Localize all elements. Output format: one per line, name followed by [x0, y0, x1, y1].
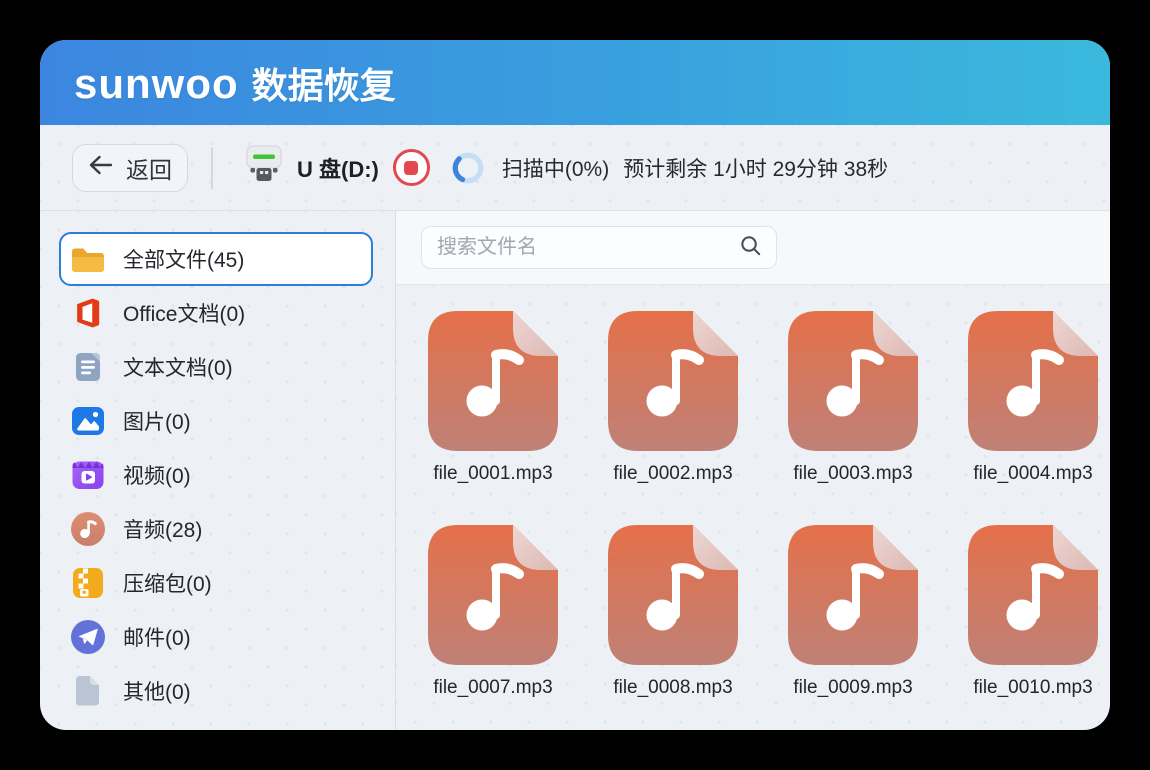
- category-sidebar: 全部文件(45) Office文档(0) 文本文档(0) 图片(0) 视频(0)…: [40, 211, 396, 730]
- mp3-file-icon: [788, 525, 918, 665]
- file-card[interactable]: file_0003.mp3: [788, 311, 918, 487]
- scan-spinner-icon: [451, 151, 485, 185]
- file-card[interactable]: file_0001.mp3: [428, 311, 558, 487]
- search-box[interactable]: [421, 226, 777, 269]
- sidebar-item-all-files[interactable]: 全部文件(45): [59, 232, 373, 286]
- file-grid: file_0001.mp3 file_0002.mp3 file_0003.mp…: [396, 285, 1110, 730]
- app-logo: sunwoo 数据恢复: [74, 57, 396, 109]
- audio-icon: [70, 511, 106, 547]
- sidebar-item-label: 全部文件(45): [123, 244, 244, 274]
- search-band: [396, 211, 1110, 285]
- sidebar-item-label: 图片(0): [123, 406, 191, 436]
- office-icon: [70, 295, 106, 331]
- content-area: file_0001.mp3 file_0002.mp3 file_0003.mp…: [396, 211, 1110, 730]
- drive-selector: U 盘(D:): [244, 143, 379, 192]
- file-name: file_0007.mp3: [433, 677, 552, 699]
- stop-scan-button[interactable]: [393, 149, 430, 186]
- file-name: file_0010.mp3: [973, 677, 1092, 699]
- back-button-label: 返回: [126, 151, 172, 185]
- drive-label: U 盘(D:): [297, 152, 379, 184]
- sidebar-item-text-docs[interactable]: 文本文档(0): [59, 340, 373, 394]
- sidebar-item-label: 视频(0): [123, 460, 191, 490]
- sidebar-item-label: 邮件(0): [123, 622, 191, 652]
- search-input[interactable]: [437, 236, 739, 259]
- sidebar-item-mail[interactable]: 邮件(0): [59, 610, 373, 664]
- image-icon: [70, 403, 106, 439]
- app-header: sunwoo 数据恢复: [40, 40, 1110, 125]
- file-name: file_0008.mp3: [613, 677, 732, 699]
- app-window: sunwoo 数据恢复 返回: [40, 40, 1110, 730]
- file-name: file_0001.mp3: [433, 463, 552, 485]
- sidebar-item-label: 其他(0): [123, 676, 191, 706]
- file-name: file_0004.mp3: [973, 463, 1092, 485]
- search-icon[interactable]: [739, 234, 762, 262]
- usb-drive-icon: [244, 143, 284, 192]
- video-icon: [70, 457, 106, 493]
- file-name: file_0009.mp3: [793, 677, 912, 699]
- text-doc-icon: [70, 349, 106, 385]
- mp3-file-icon: [788, 311, 918, 451]
- scan-progress-text: 扫描中(0%): [502, 153, 609, 183]
- mp3-file-icon: [968, 311, 1098, 451]
- file-card[interactable]: file_0009.mp3: [788, 525, 918, 701]
- back-arrow-icon: [88, 154, 114, 182]
- sidebar-item-videos[interactable]: 视频(0): [59, 448, 373, 502]
- file-card[interactable]: file_0002.mp3: [608, 311, 738, 487]
- sidebar-item-audio[interactable]: 音频(28): [59, 502, 373, 556]
- file-card[interactable]: file_0007.mp3: [428, 525, 558, 701]
- sidebar-item-office-docs[interactable]: Office文档(0): [59, 286, 373, 340]
- file-card[interactable]: file_0008.mp3: [608, 525, 738, 701]
- mail-icon: [70, 619, 106, 655]
- sidebar-item-label: 文本文档(0): [123, 352, 233, 382]
- zip-icon: [70, 565, 106, 601]
- stop-square-icon: [404, 161, 418, 175]
- file-card[interactable]: file_0010.mp3: [968, 525, 1098, 701]
- sidebar-item-images[interactable]: 图片(0): [59, 394, 373, 448]
- sidebar-item-other[interactable]: 其他(0): [59, 664, 373, 718]
- other-icon: [70, 673, 106, 709]
- back-button[interactable]: 返回: [72, 144, 188, 192]
- sidebar-item-label: 压缩包(0): [123, 568, 212, 598]
- file-card[interactable]: file_0004.mp3: [968, 311, 1098, 487]
- toolbar: 返回 U 盘(D:): [40, 125, 1110, 211]
- sidebar-item-archives[interactable]: 压缩包(0): [59, 556, 373, 610]
- file-name: file_0003.mp3: [793, 463, 912, 485]
- app-title: 数据恢复: [252, 57, 396, 109]
- mp3-file-icon: [428, 311, 558, 451]
- folder-icon: [70, 241, 106, 277]
- mp3-file-icon: [608, 311, 738, 451]
- scan-status: 扫描中(0%) 预计剩余 1小时 29分钟 38秒: [502, 153, 888, 183]
- mp3-file-icon: [608, 525, 738, 665]
- toolbar-divider: [211, 147, 213, 189]
- sidebar-item-label: 音频(28): [123, 514, 202, 544]
- sidebar-item-label: Office文档(0): [123, 298, 245, 328]
- mp3-file-icon: [968, 525, 1098, 665]
- brand-name: sunwoo: [74, 60, 239, 108]
- main-body: 全部文件(45) Office文档(0) 文本文档(0) 图片(0) 视频(0)…: [40, 211, 1110, 730]
- file-name: file_0002.mp3: [613, 463, 732, 485]
- scan-eta-text: 预计剩余 1小时 29分钟 38秒: [623, 153, 888, 183]
- mp3-file-icon: [428, 525, 558, 665]
